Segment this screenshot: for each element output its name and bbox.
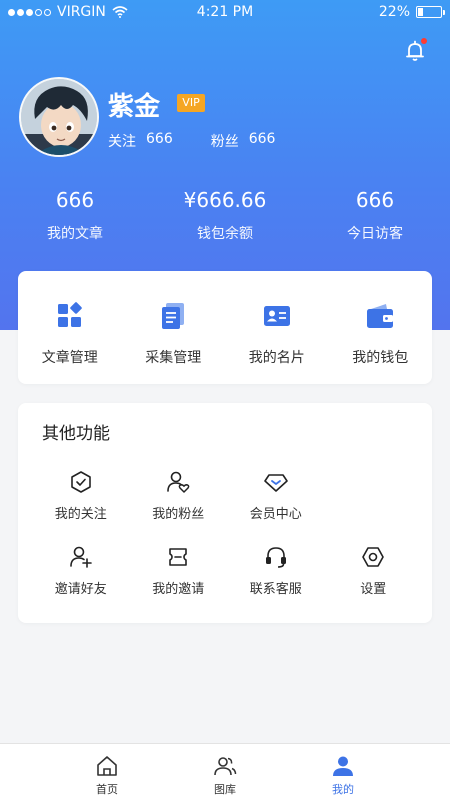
other-item-label: 我的粉丝 — [152, 507, 205, 522]
main-action-label: 我的钱包 — [352, 350, 409, 366]
settings-hex-icon — [362, 547, 385, 567]
stat-value: 666 — [355, 188, 395, 212]
carrier-name: VIRGIN — [57, 4, 106, 20]
profile-icon — [333, 756, 353, 776]
main-action-label: 文章管理 — [41, 350, 98, 366]
tab-label: 图库 — [214, 783, 236, 796]
following-label: 关注 — [108, 134, 136, 150]
stat-label: 我的文章 — [47, 226, 103, 242]
signal-dots-icon — [8, 8, 51, 16]
main-action-label: 采集管理 — [145, 350, 202, 366]
other-item-empty — [325, 470, 423, 545]
fans-heart-icon — [167, 471, 190, 493]
other-item-member-center[interactable]: 会员中心 — [227, 470, 325, 545]
tab-profile[interactable]: 我的 — [284, 744, 402, 800]
gallery-users-icon — [214, 757, 237, 776]
vip-badge: VIP — [177, 94, 205, 112]
main-actions-card: 文章管理 采集管理 我的名片 我的钱包 — [18, 271, 432, 384]
other-item-label: 邀请好友 — [54, 582, 107, 597]
stats-row: 666 我的文章 ¥666.66 钱包余额 666 今日访客 — [0, 186, 450, 243]
fans-label: 粉丝 — [210, 134, 239, 150]
stat-visitors[interactable]: 666 今日访客 — [300, 186, 450, 243]
notification-dot — [421, 38, 427, 44]
status-time: 4:21 PM — [196, 4, 254, 20]
battery-percent: 22% — [378, 4, 410, 20]
section-title: 其他功能 — [42, 424, 110, 444]
headset-icon — [265, 547, 286, 568]
nickname: 紫金 — [108, 92, 161, 122]
stat-label: 钱包余额 — [197, 226, 253, 242]
main-action-label: 我的名片 — [248, 350, 305, 366]
wallet-icon — [367, 304, 394, 328]
other-item-label: 我的邀请 — [152, 582, 205, 597]
battery-level — [418, 8, 423, 16]
wifi-icon — [112, 6, 128, 18]
follow-stats: 关注 666 粉丝 666 — [108, 131, 275, 151]
status-right: 22% — [292, 4, 445, 20]
tab-bar: 首页 图库 我的 — [0, 743, 450, 800]
other-item-label: 我的关注 — [54, 507, 107, 522]
stat-articles[interactable]: 666 我的文章 — [0, 186, 150, 243]
battery-icon — [416, 6, 445, 18]
other-functions-card: 其他功能 我的关注 我的粉丝 会员中心 邀请好友 我的邀请 联系客服 设置 — [18, 403, 432, 623]
stat-value: 666 — [55, 188, 95, 212]
stat-label: 今日访客 — [347, 226, 403, 242]
fans-count[interactable]: 666 — [249, 131, 276, 151]
tab-label: 首页 — [96, 783, 118, 796]
tab-label: 我的 — [332, 783, 354, 796]
home-icon — [97, 756, 117, 776]
other-item-my-follow[interactable]: 我的关注 — [32, 470, 130, 545]
add-user-icon — [69, 546, 92, 568]
tab-gallery[interactable]: 图库 — [166, 744, 284, 800]
main-action-collect-manage[interactable]: 采集管理 — [122, 271, 226, 384]
invite-ticket-icon — [169, 548, 188, 566]
status-bar: VIRGIN 4:21 PM 22% — [0, 0, 450, 24]
business-card-icon — [263, 306, 290, 326]
status-left: VIRGIN — [8, 4, 158, 20]
other-item-invite-friends[interactable]: 邀请好友 — [32, 545, 130, 620]
diamond-icon — [263, 474, 288, 492]
other-item-label: 设置 — [360, 582, 387, 597]
other-item-settings[interactable]: 设置 — [325, 545, 423, 620]
main-action-business-card[interactable]: 我的名片 — [225, 271, 329, 384]
main-action-wallet[interactable]: 我的钱包 — [329, 271, 433, 384]
other-functions-grid: 我的关注 我的粉丝 会员中心 邀请好友 我的邀请 联系客服 设置 — [32, 470, 422, 620]
following-count[interactable]: 666 — [146, 131, 173, 151]
follow-check-icon — [70, 471, 91, 493]
stat-wallet-balance[interactable]: ¥666.66 钱包余额 — [150, 186, 300, 243]
article-manage-icon — [57, 302, 82, 327]
other-item-my-fans[interactable]: 我的粉丝 — [130, 470, 228, 545]
stat-value: ¥666.66 — [183, 188, 267, 212]
tab-home[interactable]: 首页 — [48, 744, 166, 800]
other-item-label: 会员中心 — [249, 507, 302, 522]
other-item-my-invites[interactable]: 我的邀请 — [130, 545, 228, 620]
main-action-article-manage[interactable]: 文章管理 — [18, 271, 122, 384]
other-item-customer-service[interactable]: 联系客服 — [227, 545, 325, 620]
avatar[interactable] — [19, 77, 99, 157]
collect-manage-icon — [162, 303, 185, 329]
other-item-label: 联系客服 — [249, 582, 302, 597]
